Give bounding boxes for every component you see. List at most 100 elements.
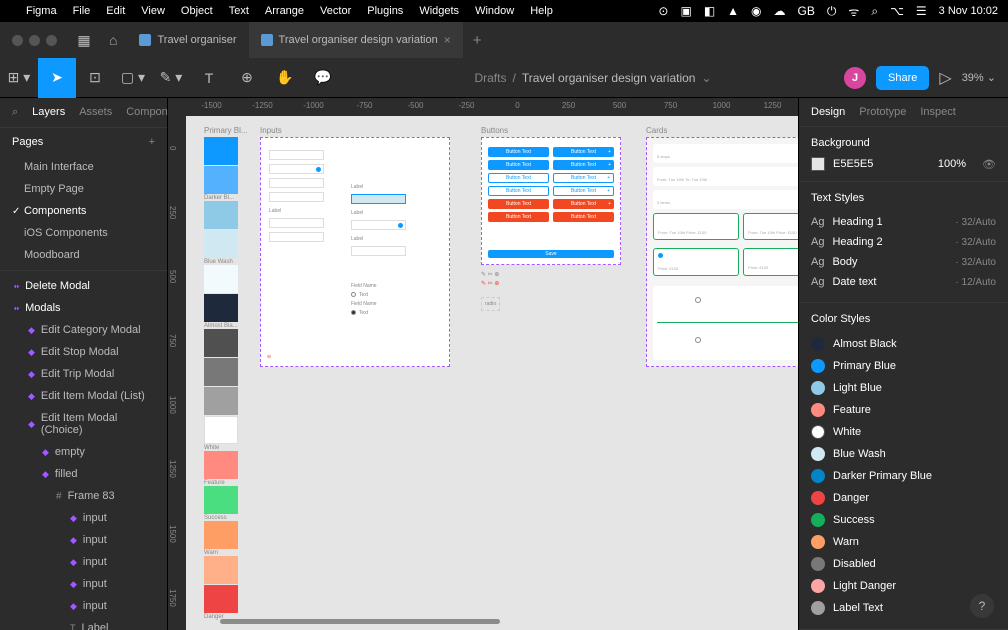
bg-hex-value[interactable]: E5E5E5 <box>833 158 873 170</box>
frame-inputs[interactable]: Inputs Label Label Label <box>260 126 450 367</box>
color-swatch[interactable] <box>204 556 248 584</box>
layers-tab[interactable]: Layers <box>32 106 65 119</box>
page-item[interactable]: Moodboard <box>0 244 167 266</box>
text-style-row[interactable]: AgDate text · 12/Auto <box>811 272 996 292</box>
prototype-tab[interactable]: Prototype <box>859 106 906 118</box>
home-button[interactable]: ⌂ <box>99 32 127 48</box>
layer-item[interactable]: ◆ Edit Category Modal <box>0 319 167 341</box>
color-style-row[interactable]: Disabled <box>811 553 996 575</box>
color-swatch[interactable]: Success <box>204 486 248 521</box>
page-item[interactable]: iOS Components <box>0 222 167 244</box>
layer-item[interactable]: ⬪⬪ Modals <box>0 297 167 319</box>
visibility-icon[interactable]: 👁 <box>982 158 996 171</box>
page-item-selected[interactable]: Components <box>0 200 167 222</box>
color-swatch[interactable]: White <box>204 416 248 451</box>
color-style-row[interactable]: White <box>811 421 996 443</box>
breadcrumb[interactable]: Drafts / Travel organiser design variati… <box>342 71 844 85</box>
frame-tool[interactable]: ⊡ <box>76 58 114 98</box>
layer-item[interactable]: T Label <box>0 617 167 630</box>
color-style-row[interactable]: Almost Black <box>811 333 996 355</box>
layer-item[interactable]: ◆ Edit Item Modal (Choice) <box>0 407 167 441</box>
layer-item[interactable]: ◆ filled <box>0 463 167 485</box>
shape-tool[interactable]: ▢ ▾ <box>114 58 152 98</box>
inspect-tab[interactable]: Inspect <box>920 106 955 118</box>
assets-tab[interactable]: Assets <box>79 106 112 119</box>
chevron-down-icon[interactable]: ⌄ <box>701 71 711 85</box>
color-style-row[interactable]: Danger <box>811 487 996 509</box>
share-button[interactable]: Share <box>876 66 929 90</box>
canvas[interactable]: -1500-1250-1000-750-500-2500250500750100… <box>168 98 798 630</box>
color-style-row[interactable]: Label Text <box>811 597 996 619</box>
text-tool[interactable]: T <box>190 58 228 98</box>
window-controls[interactable] <box>0 35 69 46</box>
menu-plugins[interactable]: Plugins <box>367 5 403 17</box>
close-tab-icon[interactable]: × <box>444 33 451 47</box>
color-style-row[interactable]: Success <box>811 509 996 531</box>
menu-edit[interactable]: Edit <box>106 5 125 17</box>
resources-tool[interactable]: ⊕ <box>228 58 266 98</box>
search-icon[interactable]: ⌕ <box>871 4 878 19</box>
layer-item[interactable]: ◆ input <box>0 507 167 529</box>
hand-tool[interactable]: ✋ <box>266 58 304 98</box>
menu-text[interactable]: Text <box>229 5 249 17</box>
color-swatch[interactable]: Almost Bla... <box>204 294 248 329</box>
color-style-row[interactable]: Light Danger <box>811 575 996 597</box>
layer-item[interactable]: ◆ input <box>0 529 167 551</box>
color-swatch[interactable] <box>204 329 248 357</box>
pen-tool[interactable]: ✎ ▾ <box>152 58 190 98</box>
menu-app[interactable]: Figma <box>26 5 57 17</box>
horizontal-scrollbar[interactable] <box>220 619 500 624</box>
color-style-row[interactable]: Primary Blue <box>811 355 996 377</box>
layer-item[interactable]: ◆ Edit Trip Modal <box>0 363 167 385</box>
color-style-row[interactable]: Warn <box>811 531 996 553</box>
search-icon[interactable]: ⌕ <box>12 106 18 119</box>
frame-primary-colors[interactable]: Primary Bl... Darker Bl...Blue WashAlmos… <box>204 126 248 620</box>
bg-color-swatch[interactable] <box>811 157 825 171</box>
file-tab[interactable]: Travel organiser <box>127 22 248 58</box>
menu-window[interactable]: Window <box>475 5 514 17</box>
color-swatch[interactable]: Darker Bl... <box>204 166 248 201</box>
layer-item[interactable]: ◆ Edit Item Modal (List) <box>0 385 167 407</box>
figma-menu-icon[interactable]: ▦ <box>69 20 99 60</box>
color-style-row[interactable]: Feature <box>811 399 996 421</box>
control-icon[interactable]: ☰ <box>916 4 927 18</box>
design-tab[interactable]: Design <box>811 106 845 118</box>
color-style-row[interactable]: Light Blue <box>811 377 996 399</box>
menu-arrange[interactable]: Arrange <box>265 5 304 17</box>
text-style-row[interactable]: AgBody · 32/Auto <box>811 252 996 272</box>
color-swatch[interactable]: Feature <box>204 451 248 486</box>
layer-item[interactable]: ⬪⬪ Delete Modal <box>0 275 167 297</box>
layer-item[interactable]: ◆ empty <box>0 441 167 463</box>
color-swatch[interactable] <box>204 137 248 165</box>
menu-help[interactable]: Help <box>530 5 553 17</box>
color-swatch[interactable] <box>204 358 248 386</box>
menu-object[interactable]: Object <box>181 5 213 17</box>
avatar[interactable]: J <box>844 67 866 89</box>
move-tool[interactable]: ➤ <box>38 58 76 98</box>
frame-cards[interactable]: Cards PlanningSouth America8 stops Plann… <box>646 126 798 367</box>
help-button[interactable]: ? <box>970 594 994 618</box>
layer-item[interactable]: ◆ input <box>0 573 167 595</box>
color-style-row[interactable]: Blue Wash <box>811 443 996 465</box>
color-swatch[interactable]: Danger <box>204 585 248 620</box>
layer-item[interactable]: ◆ input <box>0 551 167 573</box>
menu-view[interactable]: View <box>141 5 165 17</box>
menu-vector[interactable]: Vector <box>320 5 351 17</box>
file-tab-active[interactable]: Travel organiser design variation × <box>249 22 463 58</box>
layer-item[interactable]: ◆ input <box>0 595 167 617</box>
layer-item[interactable]: # Frame 83 <box>0 485 167 507</box>
layer-item[interactable]: ◆ Edit Stop Modal <box>0 341 167 363</box>
new-tab-button[interactable]: + <box>463 32 492 49</box>
menu-widgets[interactable]: Widgets <box>419 5 459 17</box>
page-item[interactable]: Main Interface <box>0 156 167 178</box>
color-swatch[interactable] <box>204 265 248 293</box>
present-button[interactable]: ▷ <box>939 68 951 88</box>
color-style-row[interactable]: Darker Primary Blue <box>811 465 996 487</box>
frame-buttons[interactable]: Buttons Button TextButton Text+ Button T… <box>481 126 621 311</box>
canvas-area[interactable]: Primary Bl... Darker Bl...Blue WashAlmos… <box>186 116 798 630</box>
main-menu-button[interactable]: ⊞ ▾ <box>0 58 38 98</box>
menu-file[interactable]: File <box>73 5 91 17</box>
text-style-row[interactable]: AgHeading 2 · 32/Auto <box>811 232 996 252</box>
page-item[interactable]: Empty Page <box>0 178 167 200</box>
color-swatch[interactable]: Warn <box>204 521 248 556</box>
